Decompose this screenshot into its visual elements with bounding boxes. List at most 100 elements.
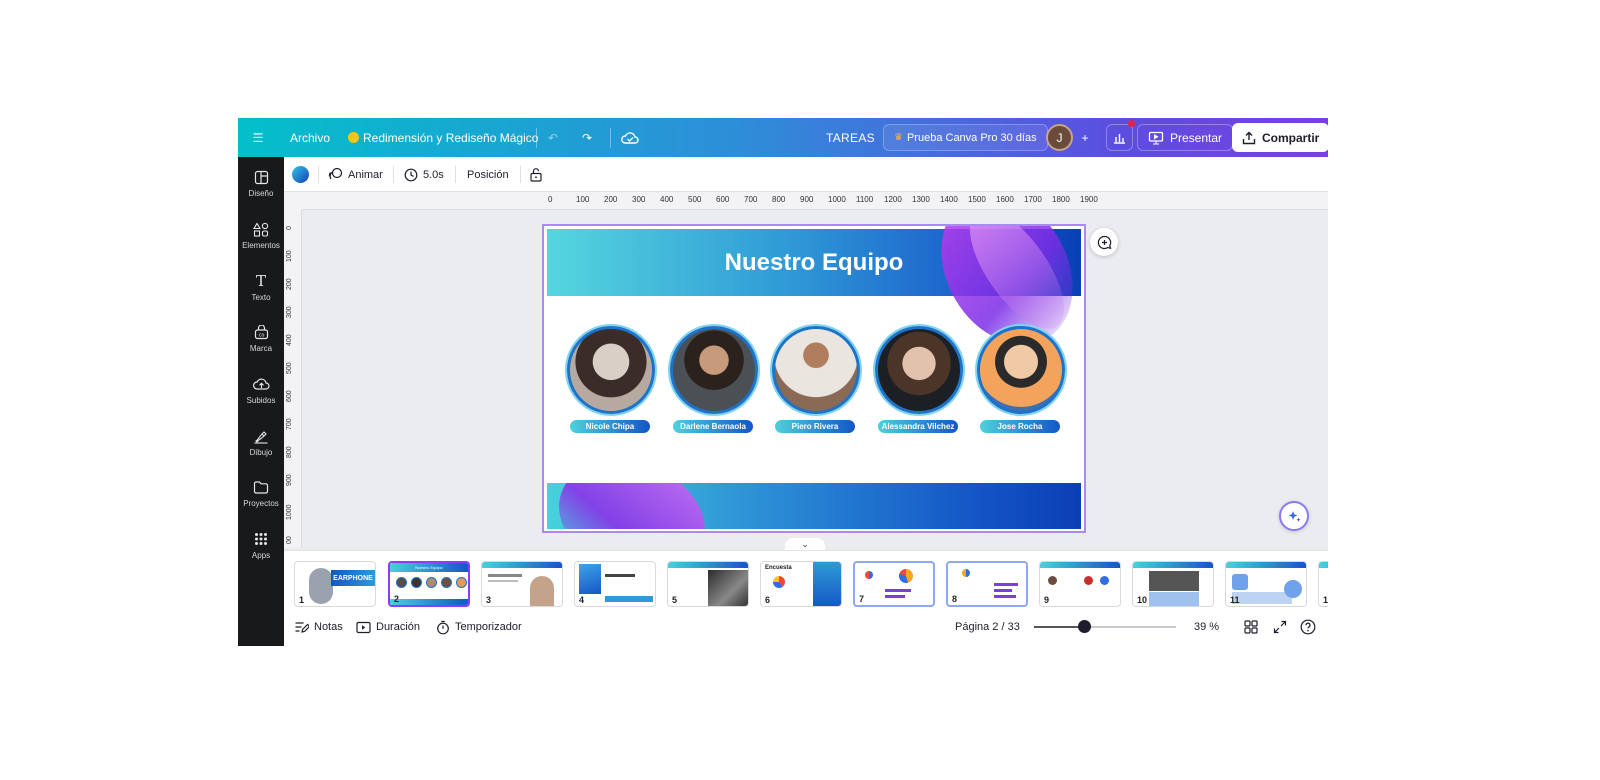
ruler-tick: 900 (800, 195, 814, 204)
thumb-pie (865, 571, 873, 579)
help-icon[interactable] (1300, 608, 1316, 646)
share-upload-icon (1242, 131, 1256, 144)
page-thumbnail[interactable]: 4 (574, 561, 656, 607)
page-thumbnail[interactable]: Encuesta 6 (760, 561, 842, 607)
page-thumbnail[interactable]: 3 (481, 561, 563, 607)
page-number: 11 (1230, 595, 1240, 605)
add-collaborator-icon[interactable]: + (1076, 118, 1094, 157)
duration-button[interactable]: Duración (356, 608, 420, 646)
timer-label: Temporizador (455, 621, 522, 633)
sidebar-item-apps[interactable]: Apps (238, 522, 284, 568)
ruler-tick: 00 (286, 536, 293, 544)
redo-icon[interactable]: ↷ (582, 118, 592, 157)
page-thumbnail[interactable]: 5 (667, 561, 749, 607)
sidebar-item-elements[interactable]: Elementos (238, 212, 284, 258)
svg-text:co: co (258, 332, 264, 338)
member-name: Piero Rivera (775, 420, 855, 433)
page-thumbnail[interactable]: 11 (1225, 561, 1307, 607)
divider (393, 166, 394, 183)
duration-button[interactable]: 5.0s (404, 157, 444, 192)
color-swatch (292, 166, 309, 183)
ruler-tick: 800 (772, 195, 786, 204)
thumb-bar (994, 595, 1016, 598)
lock-icon[interactable] (529, 157, 543, 192)
page-thumbnail[interactable]: 7 (853, 561, 935, 607)
thumb-graphic (309, 568, 333, 604)
ruler-tick: 100 (576, 195, 590, 204)
page-thumbnail[interactable]: 1 (1318, 561, 1328, 607)
grid-view-icon[interactable] (1244, 608, 1258, 646)
page-thumbnail[interactable]: 10 (1132, 561, 1214, 607)
page-number: 7 (859, 594, 865, 604)
clock-icon (404, 168, 418, 181)
sidebar-item-projects[interactable]: Proyectos (238, 470, 284, 516)
sidebar-item-draw[interactable]: Dibujo (238, 419, 284, 465)
ruler-tick: 300 (632, 195, 646, 204)
page-thumbnail-selected[interactable]: Nuestro Equipo 2 (388, 561, 470, 607)
member-name: Jose Rocha (980, 420, 1060, 433)
fullscreen-icon[interactable] (1273, 608, 1287, 646)
context-toolbar: Animar 5.0s Posición (284, 157, 1328, 192)
share-button[interactable]: Compartir (1232, 123, 1328, 152)
member-photo (977, 326, 1065, 414)
magic-assistant-icon[interactable] (1279, 501, 1309, 531)
chevron-down-icon[interactable]: ⌄ (785, 538, 825, 550)
sidebar-item-brand[interactable]: co Marca (238, 315, 284, 361)
notes-icon (295, 622, 309, 633)
thumb-header (1226, 562, 1306, 568)
ruler-tick: 1000 (828, 195, 846, 204)
timer-button[interactable]: Temporizador (436, 608, 522, 646)
file-menu[interactable]: Archivo (290, 118, 330, 157)
add-comment-icon[interactable] (1090, 228, 1118, 256)
member-photo (875, 326, 963, 414)
zoom-percentage[interactable]: 39 % (1194, 608, 1219, 646)
slide-title[interactable]: Nuestro Equipo (544, 229, 1084, 296)
thumb-title: Encuesta (765, 565, 792, 571)
sidebar-item-uploads[interactable]: Subidos (238, 367, 284, 413)
sidebar-item-design[interactable]: Diseño (238, 160, 284, 206)
present-button[interactable]: Presentar (1137, 124, 1234, 151)
undo-icon[interactable]: ↶ (548, 118, 558, 157)
sidebar-item-label: Diseño (248, 189, 274, 198)
thumb-text-line (488, 574, 522, 577)
member-name: Nicole Chipa (570, 420, 650, 433)
zoom-fill (1034, 626, 1084, 628)
slide-canvas[interactable]: Nuestro Equipo Nicole Chipa Darlene Bern… (542, 224, 1086, 533)
thumb-text-line (605, 574, 635, 577)
notification-dot (1128, 120, 1135, 127)
page-number: 1 (1323, 595, 1328, 605)
member-name: Darlene Bernaola (673, 420, 753, 433)
sidebar-item-text[interactable]: T Texto (238, 264, 284, 310)
insights-chart-icon[interactable] (1106, 124, 1133, 151)
ruler-tick: 700 (744, 195, 758, 204)
canva-editor: ☰ Archivo Redimensión y Rediseño Mágico … (238, 118, 1328, 646)
layout-icon (252, 168, 270, 186)
thumb-text-line (488, 580, 518, 582)
page-thumbnail[interactable]: EARPHONE 1 (294, 561, 376, 607)
cloud-save-icon[interactable] (621, 118, 639, 157)
color-picker-button[interactable] (292, 157, 309, 192)
pro-trial-button[interactable]: ♛ Prueba Canva Pro 30 días (883, 124, 1048, 151)
position-button[interactable]: Posición (467, 157, 509, 192)
page-thumbnail[interactable]: 8 (946, 561, 1028, 607)
zoom-slider[interactable] (1034, 626, 1176, 628)
thumb-title: EARPHONE (331, 570, 375, 586)
magic-resize-button[interactable]: Redimensión y Rediseño Mágico (348, 118, 538, 157)
member-photo (772, 326, 860, 414)
pro-trial-label: Prueba Canva Pro 30 días (906, 131, 1037, 144)
shapes-icon (252, 220, 270, 238)
tasks-button[interactable]: TAREAS (826, 118, 875, 157)
thumb-avatars (396, 577, 467, 588)
ruler-tick: 1800 (1052, 195, 1070, 204)
avatar[interactable]: J (1046, 124, 1073, 151)
hamburger-menu-icon[interactable]: ☰ (248, 118, 268, 157)
notes-button[interactable]: Notas (294, 608, 343, 646)
divider (318, 166, 319, 183)
ruler-corner (284, 192, 302, 210)
zoom-slider-handle[interactable] (1077, 620, 1091, 633)
animate-button[interactable]: Animar (328, 157, 383, 192)
page-indicator[interactable]: Página 2 / 33 (955, 608, 1020, 646)
top-bar: ☰ Archivo Redimensión y Rediseño Mágico … (238, 118, 1328, 157)
ruler-tick: 200 (286, 278, 293, 290)
page-thumbnail[interactable]: 9 (1039, 561, 1121, 607)
